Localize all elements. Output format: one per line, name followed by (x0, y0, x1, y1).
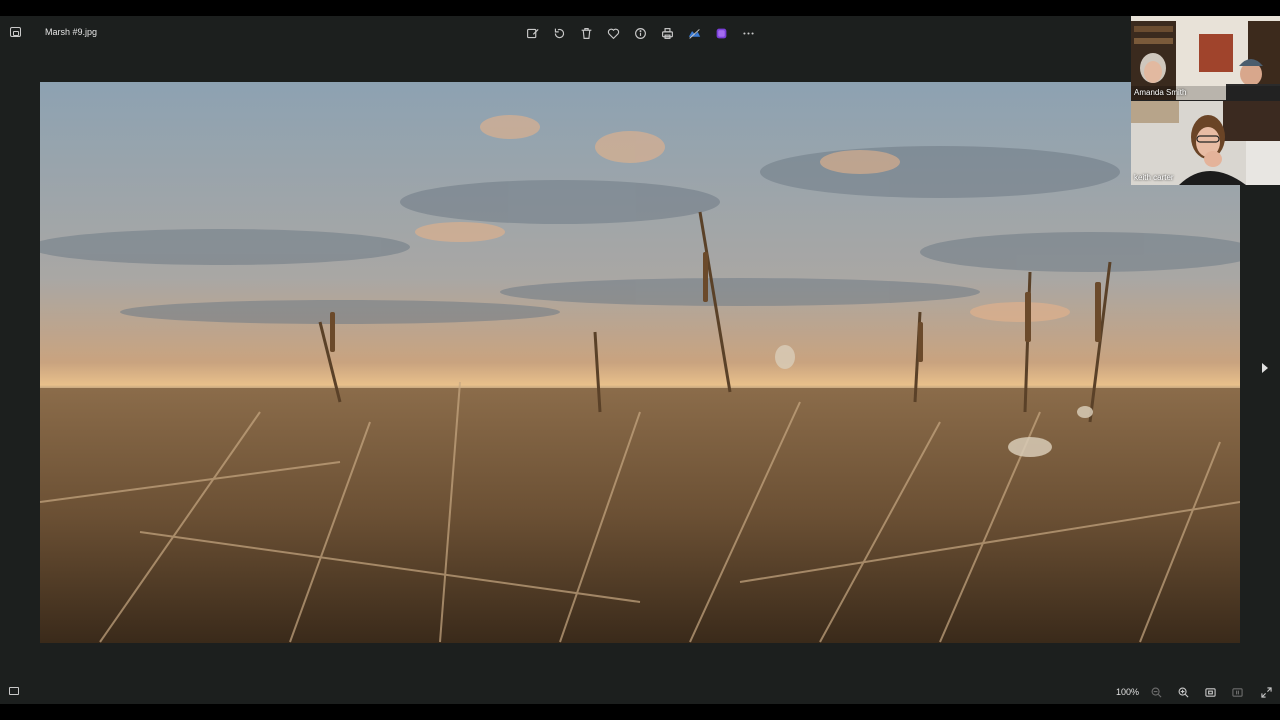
onedrive-icon[interactable] (684, 23, 704, 43)
participant-name: keith carter (1134, 173, 1174, 182)
actual-size-icon[interactable] (1229, 684, 1245, 700)
full-screen-icon[interactable] (1258, 684, 1274, 700)
participant-tile[interactable]: keith carter (1131, 101, 1280, 185)
delete-icon[interactable] (576, 23, 596, 43)
more-icon[interactable] (738, 23, 758, 43)
fit-to-window-icon[interactable] (1202, 684, 1218, 700)
file-name: Marsh #9.jpg (45, 27, 98, 37)
photos-app-icon (10, 27, 21, 37)
video-call-panel: Amanda Smith keith carter (1131, 16, 1280, 185)
image-toolbar (522, 23, 758, 43)
status-bar: 100% (0, 680, 1280, 704)
title-toolbar: Marsh #9.jpg (0, 16, 1280, 50)
rotate-icon[interactable] (549, 23, 569, 43)
photos-app-window: Marsh #9.jpg 100% (0, 16, 1280, 704)
favorite-icon[interactable] (603, 23, 623, 43)
participant-tile[interactable]: Amanda Smith (1131, 16, 1280, 100)
zoom-out-icon[interactable] (1148, 684, 1164, 700)
print-icon[interactable] (657, 23, 677, 43)
edit-icon[interactable] (522, 23, 542, 43)
info-icon[interactable] (630, 23, 650, 43)
clipchamp-icon[interactable] (711, 23, 731, 43)
marsh-photo (40, 82, 1240, 643)
filmstrip-icon[interactable] (9, 687, 19, 695)
participant-name: Amanda Smith (1134, 88, 1187, 97)
zoom-level[interactable]: 100% (1116, 687, 1139, 697)
next-image-button[interactable] (1258, 357, 1272, 379)
zoom-in-icon[interactable] (1175, 684, 1191, 700)
